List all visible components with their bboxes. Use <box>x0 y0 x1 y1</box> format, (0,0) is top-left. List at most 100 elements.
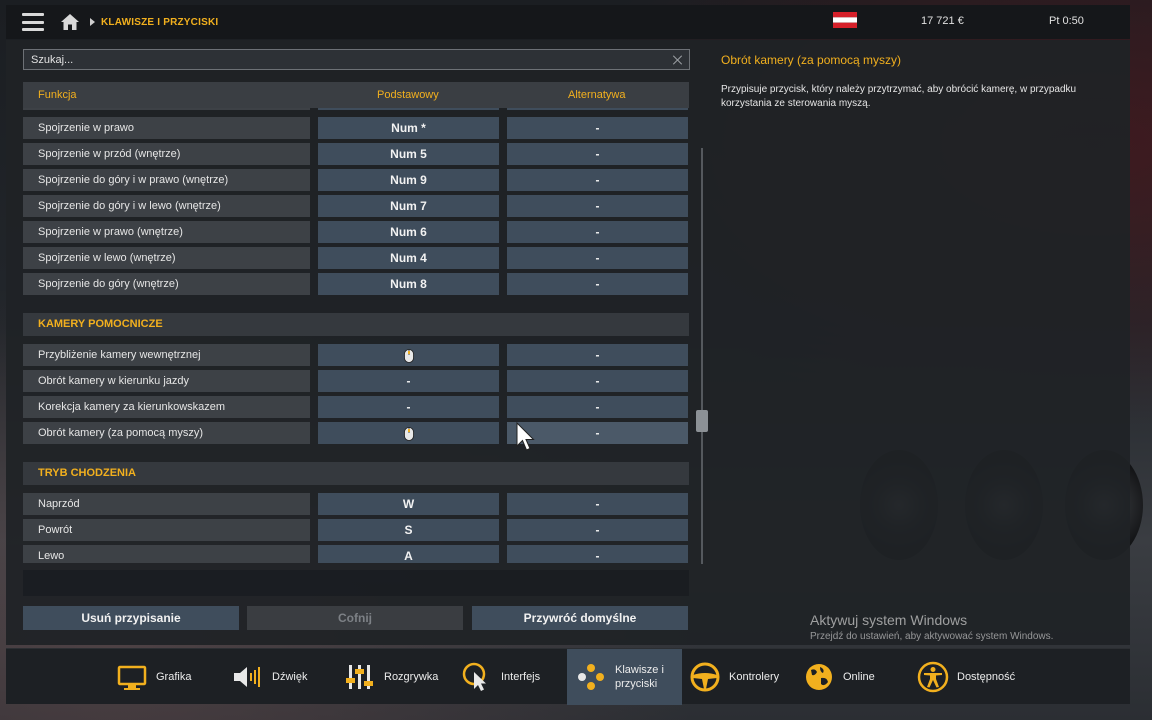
table-row: Spojrzenie w prawo (wnętrze) Num 6 - <box>23 221 689 243</box>
restore-defaults-button[interactable]: Przywróć domyślne <box>472 606 688 630</box>
alternative-binding[interactable]: - <box>507 273 688 295</box>
table-row: Spojrzenie do góry i w lewo (wnętrze) Nu… <box>23 195 689 217</box>
function-label: Powrót <box>23 519 310 541</box>
alternative-binding[interactable]: - <box>507 117 688 139</box>
settings-panel: Szukaj... Funkcja Podstawowy Alternatywa… <box>6 40 1130 645</box>
alternative-binding[interactable]: - <box>507 519 688 541</box>
tab-label: Dźwięk <box>272 671 308 683</box>
alternative-binding[interactable]: - <box>507 545 688 563</box>
tab-interface[interactable]: Interfejs <box>461 649 540 705</box>
alternative-binding[interactable]: - <box>507 143 688 165</box>
alternative-binding[interactable]: - <box>507 396 688 418</box>
primary-binding[interactable]: - <box>318 396 499 418</box>
table-row: Przybliżenie kamery wewnętrznej - <box>23 344 689 366</box>
remove-binding-button[interactable]: Usuń przypisanie <box>23 606 239 630</box>
list-footer <box>23 570 689 596</box>
alternative-binding[interactable]: - <box>507 195 688 217</box>
undo-button[interactable]: Cofnij <box>247 606 463 630</box>
mouse-icon <box>403 426 414 441</box>
primary-binding[interactable]: A <box>318 545 499 563</box>
bindings-list: Spojrzenie w prawo Num * - Spojrzenie w … <box>23 108 689 563</box>
primary-binding[interactable]: Num 9 <box>318 169 499 191</box>
column-primary: Podstawowy <box>377 89 439 101</box>
mouse-cursor-icon <box>516 422 535 451</box>
tab-accessibility[interactable]: Dostępność <box>917 649 1015 705</box>
table-row: Spojrzenie w lewo (wnętrze) Num 4 - <box>23 247 689 269</box>
tab-controllers[interactable]: Kontrolery <box>689 649 779 705</box>
breadcrumb: KLAWISZE I PRZYCISKI <box>101 16 219 28</box>
gamepad-icon <box>578 664 604 690</box>
windows-activation-title: Aktywuj system Windows <box>810 612 968 628</box>
tab-online[interactable]: Online <box>803 649 875 705</box>
scrollbar-track[interactable] <box>701 148 703 564</box>
table-row: Lewo A - <box>23 545 689 563</box>
primary-binding[interactable]: W <box>318 493 499 515</box>
table-row: Spojrzenie w przód (wnętrze) Num 5 - <box>23 143 689 165</box>
tab-label: Kontrolery <box>729 671 780 683</box>
primary-binding[interactable]: S <box>318 519 499 541</box>
primary-binding[interactable]: Num * <box>318 117 499 139</box>
accessibility-icon <box>917 661 949 693</box>
tab-label: Grafika <box>156 671 192 683</box>
primary-binding[interactable]: Num 7 <box>318 195 499 217</box>
column-header: Funkcja Podstawowy Alternatywa <box>23 82 689 108</box>
primary-binding[interactable]: Num 6 <box>318 221 499 243</box>
function-label: Obrót kamery w kierunku jazdy <box>23 370 310 392</box>
tab-label: Klawisze i przyciski <box>615 664 664 690</box>
primary-binding[interactable]: Num 8 <box>318 273 499 295</box>
alternative-binding[interactable]: - <box>507 169 688 191</box>
cursor-icon <box>462 662 486 691</box>
speaker-icon <box>234 667 260 687</box>
alternative-binding[interactable]: - <box>507 370 688 392</box>
function-label: Spojrzenie w lewo (wnętrze) <box>23 247 310 269</box>
function-label: Obrót kamery (za pomocą myszy) <box>23 422 310 444</box>
tab-keys-and-buttons[interactable]: Klawisze i przyciski <box>567 649 682 705</box>
tab-label: Interfejs <box>501 671 541 683</box>
primary-binding[interactable] <box>318 422 499 444</box>
column-alternative: Alternatywa <box>568 89 626 101</box>
alternative-binding[interactable]: - <box>507 493 688 515</box>
tab-label: Online <box>843 671 875 683</box>
table-row: Obrót kamery (za pomocą myszy) - <box>23 422 689 444</box>
primary-binding[interactable]: Num 5 <box>318 143 499 165</box>
tab-label: Rozgrywka <box>384 671 439 683</box>
home-icon[interactable] <box>60 13 80 31</box>
settings-tabs: Grafika Dźwięk Rozgrywka Interfejs Klawi… <box>6 648 1130 705</box>
search-input[interactable]: Szukaj... <box>23 49 690 70</box>
function-label: Spojrzenie w przód (wnętrze) <box>23 143 310 165</box>
alternative-binding[interactable]: - <box>507 221 688 243</box>
section-header-walking: TRYB CHODZENIA <box>23 462 689 485</box>
steering-wheel-icon <box>690 662 720 692</box>
function-label: Spojrzenie w prawo <box>23 117 310 139</box>
function-label: Spojrzenie do góry (wnętrze) <box>23 273 310 295</box>
primary-binding[interactable]: - <box>318 370 499 392</box>
primary-binding[interactable] <box>318 344 499 366</box>
tab-sound[interactable]: Dźwięk <box>232 649 307 705</box>
function-label: Przybliżenie kamery wewnętrznej <box>23 344 310 366</box>
clear-search-icon[interactable] <box>671 53 685 67</box>
table-row: Powrót S - <box>23 519 689 541</box>
money-balance: 17 721 € <box>921 15 964 27</box>
column-function: Funkcja <box>38 89 77 101</box>
monitor-icon <box>117 665 147 690</box>
search-placeholder: Szukaj... <box>31 53 74 66</box>
globe-icon <box>806 664 832 690</box>
function-label: Spojrzenie do góry i w lewo (wnętrze) <box>23 195 310 217</box>
menu-icon[interactable] <box>22 13 44 31</box>
primary-binding[interactable]: Num 4 <box>318 247 499 269</box>
windows-activation-subtitle: Przejdź do ustawień, aby aktywować syste… <box>810 631 1054 642</box>
alternative-binding[interactable]: - <box>507 344 688 366</box>
tab-graphics[interactable]: Grafika <box>116 649 191 705</box>
description-text: Przypisuje przycisk, który należy przytr… <box>721 84 1077 109</box>
mouse-icon <box>403 348 414 363</box>
game-clock: Pt 0:50 <box>1049 15 1084 27</box>
function-label: Korekcja kamery za kierunkowskazem <box>23 396 310 418</box>
scrollbar-thumb[interactable] <box>696 410 708 432</box>
tab-label: Dostępność <box>957 671 1016 683</box>
function-label: Naprzód <box>23 493 310 515</box>
function-label: Spojrzenie do góry i w prawo (wnętrze) <box>23 169 310 191</box>
alternative-binding[interactable]: - <box>507 247 688 269</box>
top-bar: KLAWISZE I PRZYCISKI 17 721 € Pt 0:50 <box>6 5 1130 39</box>
tab-gameplay[interactable]: Rozgrywka <box>344 649 438 705</box>
function-label: Lewo <box>23 545 310 563</box>
